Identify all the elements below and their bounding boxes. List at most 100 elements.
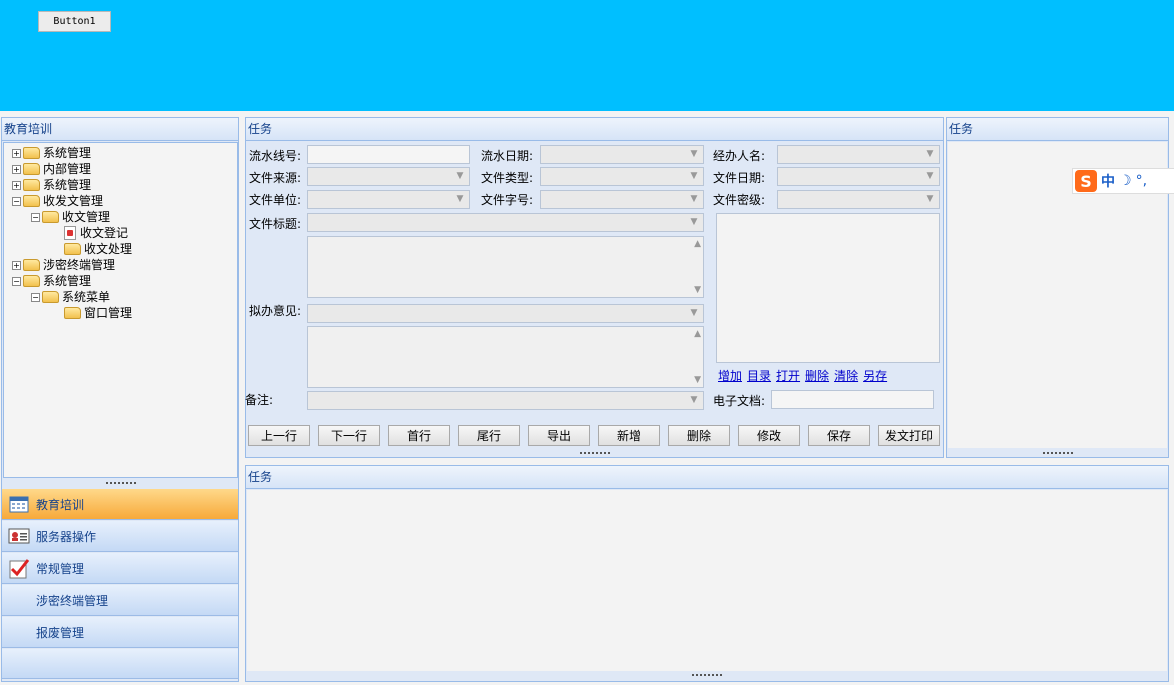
sogou-logo-icon: S	[1075, 170, 1097, 192]
modify-button[interactable]: 修改	[738, 425, 800, 446]
last-row-button[interactable]: 尾行	[458, 425, 520, 446]
scroll-down-icon[interactable]: ▼	[694, 375, 701, 385]
nav-item-label: 涉密终端管理	[36, 593, 109, 608]
nav-item-server-ops[interactable]: 服务器操作	[2, 521, 238, 552]
next-row-button[interactable]: 下一行	[318, 425, 380, 446]
doc-source-select[interactable]: ▼	[307, 167, 470, 186]
folder-icon	[64, 243, 81, 255]
button1[interactable]: Button1	[38, 11, 111, 32]
tree-node-receive-process[interactable]: 收文处理	[64, 241, 132, 257]
chevron-down-icon[interactable]: ▼	[922, 192, 938, 207]
chevron-down-icon[interactable]: ▼	[922, 169, 938, 184]
link-clear[interactable]: 清除	[834, 367, 858, 384]
folder-icon	[23, 195, 40, 207]
punctuation-icon[interactable]: °,	[1136, 173, 1147, 189]
folder-icon	[23, 275, 40, 287]
label-doc-type: 文件类型:	[481, 171, 534, 185]
add-button[interactable]: 新增	[598, 425, 660, 446]
folder-icon	[42, 291, 59, 303]
chevron-down-icon[interactable]: ▼	[452, 169, 468, 184]
link-delete[interactable]: 删除	[805, 367, 829, 384]
chevron-down-icon[interactable]: ▼	[686, 147, 702, 162]
bottom-panel: 任务	[245, 465, 1169, 682]
right-splitter[interactable]	[947, 449, 1168, 457]
doc-secret-select[interactable]: ▼	[777, 190, 940, 209]
tree-node-system-menu[interactable]: − 系统菜单	[31, 289, 110, 305]
chevron-down-icon[interactable]: ▼	[686, 393, 702, 408]
scroll-down-icon[interactable]: ▼	[694, 285, 701, 295]
nav-item-education[interactable]: 教育培训	[2, 489, 238, 520]
chevron-down-icon[interactable]: ▼	[686, 192, 702, 207]
scroll-up-icon[interactable]: ▲	[694, 329, 701, 339]
expand-icon[interactable]: +	[12, 164, 21, 174]
nav-item-scrap[interactable]: 报废管理	[2, 617, 238, 648]
calendar-icon	[8, 494, 30, 514]
save-button[interactable]: 保存	[808, 425, 870, 446]
doc-unit-select[interactable]: ▼	[307, 190, 470, 209]
collapse-icon[interactable]: −	[31, 292, 40, 302]
collapse-icon[interactable]: −	[31, 212, 40, 222]
prev-row-button[interactable]: 上一行	[248, 425, 310, 446]
chevron-down-icon[interactable]: ▼	[686, 306, 702, 321]
label-opinion: 拟办意见:	[249, 304, 302, 318]
nav-item-label: 报废管理	[36, 625, 85, 640]
chevron-down-icon[interactable]: ▼	[922, 147, 938, 162]
remark-select[interactable]: ▼	[307, 391, 704, 410]
folder-icon	[23, 163, 40, 175]
left-panel-title: 教育培训	[2, 118, 238, 141]
link-add[interactable]: 增加	[718, 367, 742, 384]
doc-number-select[interactable]: ▼	[540, 190, 704, 209]
nav-item-empty	[2, 649, 238, 679]
link-save-as[interactable]: 另存	[863, 367, 887, 384]
first-row-button[interactable]: 首行	[388, 425, 450, 446]
doc-title-select[interactable]: ▼	[307, 213, 704, 232]
serial-no-input[interactable]	[307, 145, 470, 164]
expand-icon[interactable]: +	[12, 148, 21, 158]
opinion-select[interactable]: ▼	[307, 304, 704, 323]
doc-title-textarea[interactable]: ▲ ▼	[307, 236, 704, 298]
tree-node-receive-mgmt[interactable]: − 收文管理	[31, 209, 110, 225]
form-splitter[interactable]	[246, 449, 943, 457]
export-button[interactable]: 导出	[528, 425, 590, 446]
ime-mode-label[interactable]: 中	[1101, 171, 1115, 191]
serial-date-select[interactable]: ▼	[540, 145, 704, 164]
expand-icon[interactable]: +	[12, 260, 21, 270]
e-doc-preview[interactable]	[716, 213, 940, 363]
opinion-textarea[interactable]: ▲ ▼	[307, 326, 704, 388]
label-handler: 经办人名:	[713, 149, 766, 163]
moon-icon[interactable]: ☽	[1119, 173, 1132, 189]
e-doc-input[interactable]	[771, 390, 934, 409]
label-doc-date: 文件日期:	[713, 171, 766, 185]
tree-node-window-mgmt[interactable]: 窗口管理	[64, 305, 132, 321]
doc-type-select[interactable]: ▼	[540, 167, 704, 186]
nav-item-label: 教育培训	[36, 497, 85, 512]
folder-icon	[23, 259, 40, 271]
collapse-icon[interactable]: −	[12, 196, 21, 206]
tree-node-internal[interactable]: + 内部管理	[12, 161, 91, 177]
document-icon	[64, 226, 76, 240]
collapse-icon[interactable]: −	[12, 276, 21, 286]
tree-node-receive-register[interactable]: 收文登记	[64, 225, 128, 241]
tree-node-secret-terminal[interactable]: + 涉密终端管理	[12, 257, 115, 273]
print-dispatch-button[interactable]: 发文打印	[878, 425, 940, 446]
nav-item-secret-terminal[interactable]: 涉密终端管理	[2, 585, 238, 616]
nav-item-routine[interactable]: 常规管理	[2, 553, 238, 584]
delete-button[interactable]: 删除	[668, 425, 730, 446]
bottom-splitter[interactable]	[246, 671, 1168, 679]
tree-node-system-3[interactable]: − 系统管理	[12, 273, 91, 289]
tree-node-system-1[interactable]: + 系统管理	[12, 145, 91, 161]
handler-select[interactable]: ▼	[777, 145, 940, 164]
expand-icon[interactable]: +	[12, 180, 21, 190]
left-splitter[interactable]	[3, 479, 238, 487]
chevron-down-icon[interactable]: ▼	[452, 192, 468, 207]
chevron-down-icon[interactable]: ▼	[686, 215, 702, 230]
scroll-up-icon[interactable]: ▲	[694, 239, 701, 249]
chevron-down-icon[interactable]: ▼	[686, 169, 702, 184]
ime-toolbar[interactable]: S 中 ☽ °,	[1072, 168, 1174, 194]
tree-node-system-2[interactable]: + 系统管理	[12, 177, 91, 193]
link-open[interactable]: 打开	[776, 367, 800, 384]
e-doc-links: 增加 目录 打开 删除 清除 另存	[718, 367, 887, 384]
tree-node-docflow[interactable]: − 收发文管理	[12, 193, 103, 209]
doc-date-select[interactable]: ▼	[777, 167, 940, 186]
link-catalog[interactable]: 目录	[747, 367, 771, 384]
